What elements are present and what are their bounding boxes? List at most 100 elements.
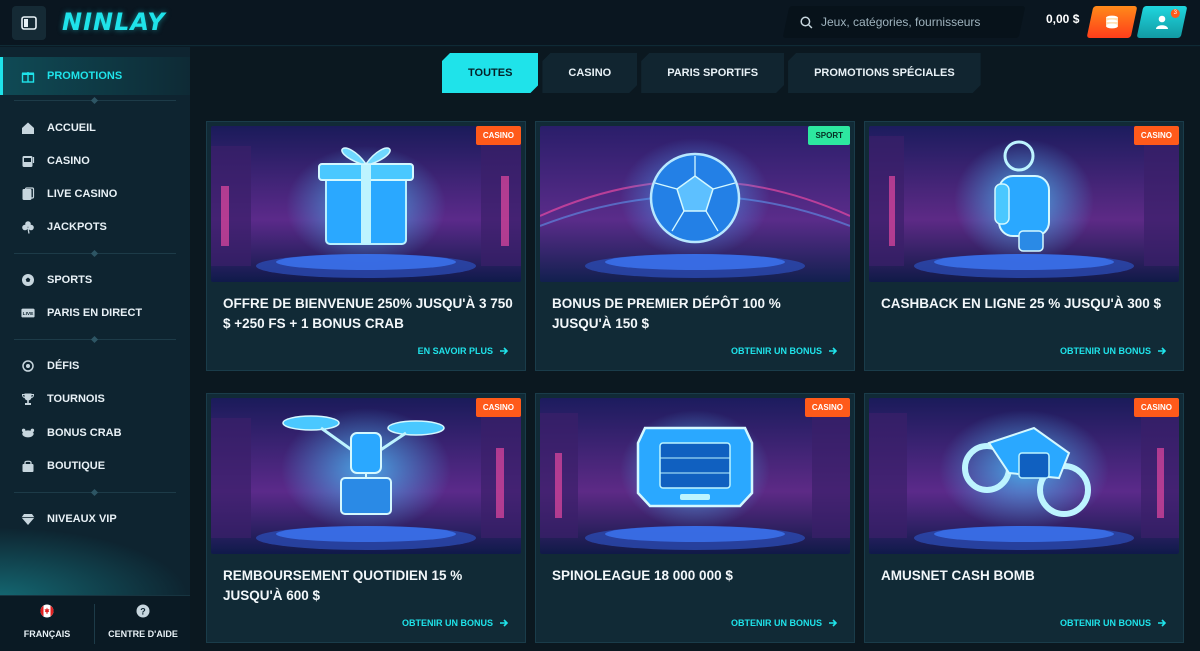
arrow-right-icon — [1158, 619, 1167, 627]
clover-icon — [21, 220, 35, 234]
sidebar-footer: FRANÇAIS ? CENTRE D'AIDE — [0, 595, 190, 651]
drone-icon — [211, 398, 521, 554]
help-label: CENTRE D'AIDE — [108, 629, 178, 639]
category-badge: CASINO — [475, 126, 521, 145]
category-badge: CASINO — [1133, 398, 1179, 417]
promo-card[interactable]: CASINO CASHBACK EN LIGNE 25 % JUSQU'À 30… — [864, 121, 1184, 371]
filter-tabs: TOUTES CASINO PARIS SPORTIFS PROMOTIONS … — [442, 53, 981, 93]
sidebar-item-label: PARIS EN DIRECT — [47, 307, 143, 319]
promo-title: REMBOURSEMENT QUOTIDIEN 15 % JUSQU'À 600… — [223, 568, 463, 603]
sidebar-item-promotions[interactable]: PROMOTIONS — [0, 57, 190, 95]
sidebar-toggle-icon — [21, 16, 37, 30]
arrow-right-icon — [1158, 347, 1167, 355]
sidebar-item-label: CASINO — [47, 155, 90, 167]
arrow-right-icon — [829, 347, 838, 355]
sidebar-item-label: DÉFIS — [47, 360, 80, 372]
game-console-icon — [540, 398, 850, 554]
svg-text:?: ? — [140, 607, 146, 617]
arrow-right-icon — [829, 619, 838, 627]
search-icon — [800, 16, 813, 29]
sidebar-item-accueil[interactable]: ACCUEIL — [0, 113, 190, 143]
robot-hand-icon — [869, 126, 1179, 282]
promo-image — [869, 398, 1179, 554]
notification-badge: 3 — [1170, 9, 1180, 18]
tab-paris-sportifs[interactable]: PARIS SPORTIFS — [641, 53, 784, 93]
tab-promotions-speciales[interactable]: PROMOTIONS SPÉCIALES — [788, 53, 981, 93]
tab-toutes[interactable]: TOUTES — [442, 53, 538, 93]
promo-cta-link[interactable]: OBTENIR UN BONUS — [402, 618, 509, 628]
gift-icon — [211, 126, 521, 282]
sidebar-item-label: PROMOTIONS — [47, 70, 123, 82]
sidebar-item-label: TOURNOIS — [47, 393, 105, 405]
category-badge: CASINO — [475, 398, 521, 417]
sidebar-item-jackpots[interactable]: JACKPOTS — [0, 212, 190, 242]
promo-title: OFFRE DE BIENVENUE 250% JUSQU'À 3 750 $ … — [223, 296, 513, 331]
search-input[interactable] — [821, 15, 1001, 29]
live-badge-icon: LIVE — [21, 306, 35, 320]
crab-icon — [21, 426, 35, 440]
help-center-link[interactable]: ? CENTRE D'AIDE — [96, 604, 190, 639]
sidebar-item-bonus-crab[interactable]: BONUS CRAB — [0, 418, 190, 448]
promo-title: CASHBACK EN LIGNE 25 % JUSQU'À 300 $ — [881, 296, 1162, 311]
shop-icon — [21, 459, 35, 473]
sidebar-item-live-casino[interactable]: LIVE CASINO — [0, 179, 190, 209]
sidebar-item-tournois[interactable]: TOURNOIS — [0, 384, 190, 414]
promo-image — [540, 126, 850, 282]
cta-label: OBTENIR UN BONUS — [730, 346, 822, 356]
language-selector[interactable]: FRANÇAIS — [0, 604, 94, 639]
balance-amount[interactable]: 0,00 $ — [1046, 12, 1079, 26]
promo-title: SPINOLEAGUE 18 000 000 $ — [552, 568, 733, 583]
sidebar-item-label: NIVEAUX VIP — [47, 513, 117, 525]
sidebar-item-defis[interactable]: DÉFIS — [0, 351, 190, 381]
category-badge: CASINO — [804, 398, 850, 417]
sidebar-item-paris-en-direct[interactable]: LIVE PARIS EN DIRECT — [0, 298, 190, 328]
coins-icon — [1106, 15, 1118, 29]
promo-card[interactable]: CASINO REMBOURSEMENT QUOTIDIEN 15 % JUSQ… — [206, 393, 526, 643]
promo-card[interactable]: SPORT BONUS DE PREMIER DÉPÔT 100 % JUSQU… — [535, 121, 855, 371]
language-label: FRANÇAIS — [23, 629, 71, 639]
sidebar-item-label: JACKPOTS — [47, 221, 107, 233]
sidebar-item-label: LIVE CASINO — [47, 188, 118, 200]
wallet-button[interactable] — [1086, 6, 1138, 38]
promo-cta-link[interactable]: OBTENIR UN BONUS — [1060, 346, 1167, 356]
arrow-right-icon — [500, 619, 509, 627]
promo-image — [869, 126, 1179, 282]
category-badge: CASINO — [1133, 126, 1179, 145]
sidebar-item-label: BOUTIQUE — [47, 460, 106, 472]
promo-title: BONUS DE PREMIER DÉPÔT 100 % JUSQU'À 150… — [552, 296, 781, 331]
cta-label: EN SAVOIR PLUS — [417, 346, 493, 356]
slot-machine-icon — [21, 154, 35, 168]
promo-card[interactable]: CASINO OFFRE DE BIENVENUE 250% JUSQU'À 3… — [206, 121, 526, 371]
search-box[interactable] — [782, 6, 1026, 38]
main-content: TOUTES CASINO PARIS SPORTIFS PROMOTIONS … — [190, 47, 1200, 651]
promo-image — [211, 398, 521, 554]
promo-cta-link[interactable]: EN SAVOIR PLUS — [418, 346, 509, 356]
divider — [14, 253, 176, 254]
cta-label: OBTENIR UN BONUS — [401, 618, 493, 628]
divider — [94, 604, 95, 644]
sidebar-item-boutique[interactable]: BOUTIQUE — [0, 451, 190, 481]
soccer-ball-icon — [21, 273, 35, 287]
top-bar: NINLAY 0,00 $ 3 — [0, 0, 1200, 46]
promo-cta-link[interactable]: OBTENIR UN BONUS — [731, 346, 838, 356]
promo-card[interactable]: CASINO SPINOLEAGUE 18 000 000 $ OBTENIR … — [535, 393, 855, 643]
promo-cta-link[interactable]: OBTENIR UN BONUS — [731, 618, 838, 628]
profile-button[interactable]: 3 — [1136, 6, 1188, 38]
cta-label: OBTENIR UN BONUS — [1059, 618, 1151, 628]
sidebar-item-casino[interactable]: CASINO — [0, 146, 190, 176]
promo-cta-link[interactable]: OBTENIR UN BONUS — [1060, 618, 1167, 628]
cta-label: OBTENIR UN BONUS — [1059, 346, 1151, 356]
divider — [14, 492, 176, 493]
tab-casino[interactable]: CASINO — [542, 53, 637, 93]
sidebar-item-sports[interactable]: SPORTS — [0, 265, 190, 295]
gift-icon — [21, 69, 35, 83]
arrow-right-icon — [500, 347, 509, 355]
divider — [14, 100, 176, 101]
promo-image — [211, 126, 521, 282]
sidebar-toggle-button[interactable] — [12, 6, 46, 40]
sidebar-item-label: SPORTS — [47, 274, 93, 286]
category-badge: SPORT — [808, 126, 850, 145]
logo[interactable]: NINLAY — [62, 8, 166, 36]
sidebar-glow — [0, 527, 190, 597]
promo-card[interactable]: CASINO AMUSNET CASH BOMB OBTENIR UN BONU… — [864, 393, 1184, 643]
